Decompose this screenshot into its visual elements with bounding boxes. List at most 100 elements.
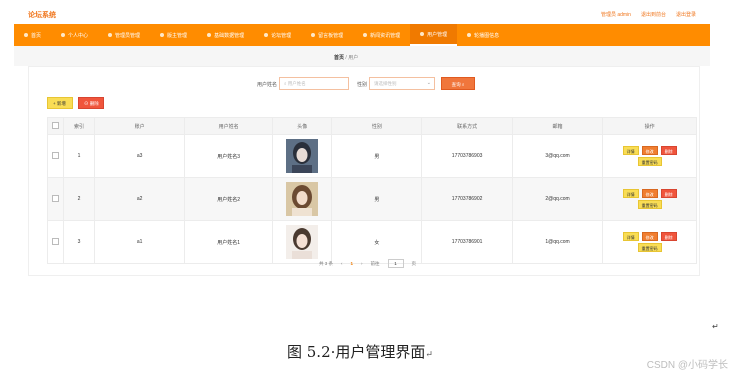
- content-panel: 用户姓名 ⌕ 用户姓名 性别 请选择性别 ⌄ 查询 ⌕ + 新增 ⊖ 删除 索引…: [28, 66, 700, 276]
- figure-caption: 图 5.2·用户管理界面↵: [287, 343, 433, 361]
- forum-icon: [264, 33, 269, 37]
- pager-current-page[interactable]: 1: [351, 261, 354, 266]
- row-checkbox[interactable]: [51, 237, 59, 245]
- reset-password-button[interactable]: 重置密码: [637, 157, 662, 166]
- nav-item-carousel[interactable]: 轮播图信息: [457, 24, 509, 46]
- reset-password-button[interactable]: 重置密码: [637, 243, 662, 252]
- top-bar: 论坛系统 管理员 admin 退出到前台 退出登录: [14, 0, 710, 25]
- delete-button[interactable]: ⊖ 删除: [78, 97, 104, 109]
- avatar: [286, 139, 319, 173]
- detail-button[interactable]: 详情: [622, 232, 639, 241]
- cell-phone: 17703786902: [421, 177, 513, 221]
- cell-account: a1: [94, 220, 186, 264]
- cell-email: 1@qq.com: [511, 220, 604, 264]
- select-all-checkbox[interactable]: [51, 121, 59, 129]
- cell-index: 2: [62, 177, 96, 221]
- cell-index: 3: [62, 220, 96, 264]
- nav-item-home[interactable]: 首页: [14, 24, 51, 46]
- nav-item-news[interactable]: 新闻资讯管理: [353, 24, 410, 46]
- cell-name: 用户姓名2: [184, 177, 274, 221]
- nav-item-profile[interactable]: 个人中心: [51, 24, 98, 46]
- pager-unit: 页: [411, 260, 417, 266]
- moderator-icon: [160, 33, 165, 37]
- pager-next-button[interactable]: ›: [361, 261, 363, 266]
- cell-gender: 女: [331, 220, 423, 264]
- avatar: [286, 225, 319, 259]
- detail-button[interactable]: 详情: [622, 189, 639, 198]
- breadcrumb-current: 用户: [348, 55, 359, 61]
- cell-account: a2: [94, 177, 186, 221]
- row-actions: 详情 修改 删除 重置密码: [610, 146, 690, 166]
- table-row: 1 a3 用户姓名3 男 17703786903 3@qq.com 详情 修改 …: [47, 134, 697, 178]
- toolbar: + 新增 ⊖ 删除: [47, 97, 104, 109]
- row-checkbox[interactable]: [51, 194, 59, 202]
- admin-icon: [108, 33, 113, 37]
- admin-user-link[interactable]: 管理员 admin: [601, 11, 631, 18]
- table-header-row: 索引 账户 用户姓名 头像 性别 联系方式 邮箱 操作: [47, 117, 697, 135]
- nav-item-guestbook[interactable]: 留言板管理: [301, 24, 353, 46]
- edit-button[interactable]: 修改: [641, 189, 658, 198]
- image-icon: [467, 33, 472, 37]
- news-icon: [363, 33, 368, 37]
- cell-name: 用户姓名3: [184, 134, 274, 178]
- paragraph-mark: ↵: [425, 350, 433, 360]
- name-search-input[interactable]: ⌕ 用户姓名: [279, 77, 349, 90]
- column-header: 账户: [94, 117, 186, 135]
- logout-link[interactable]: 退出登录: [676, 11, 696, 18]
- cell-name: 用户姓名1: [184, 220, 274, 264]
- cell-gender: 男: [331, 177, 423, 221]
- users-table: 索引 账户 用户姓名 头像 性别 联系方式 邮箱 操作 1 a3 用户姓名3 男…: [47, 117, 697, 264]
- frontend-link[interactable]: 退出到前台: [641, 11, 666, 18]
- nav-item-admins[interactable]: 管理员管理: [98, 24, 150, 46]
- nav-item-moderators[interactable]: 版主管理: [150, 24, 197, 46]
- nav-item-users[interactable]: 用户管理: [410, 24, 458, 46]
- gender-select[interactable]: 请选择性别 ⌄: [369, 77, 435, 90]
- column-header: 索引: [62, 117, 96, 135]
- cell-phone: 17703786901: [421, 220, 513, 264]
- pagination: 共 3 条 ‹ 1 › 前往 1 页: [319, 259, 416, 268]
- column-header: 性别: [331, 117, 423, 135]
- pager-goto-label: 前往: [370, 260, 380, 266]
- main-nav: 首页 个人中心 管理员管理 版主管理 基础数据管理 论坛管理 留言板管理 新闻资…: [14, 24, 710, 46]
- message-icon: [311, 33, 316, 37]
- row-actions: 详情 修改 删除 重置密码: [610, 189, 690, 209]
- breadcrumb-area: 首页 / 用户: [14, 46, 710, 66]
- paragraph-mark: ↵: [712, 322, 719, 331]
- delete-row-button[interactable]: 删除: [660, 146, 677, 155]
- select-all-header[interactable]: [47, 117, 64, 135]
- pager-goto-input[interactable]: 1: [387, 259, 404, 268]
- row-checkbox[interactable]: [51, 151, 59, 159]
- delete-row-button[interactable]: 删除: [660, 232, 677, 241]
- column-header: 操作: [602, 117, 697, 135]
- home-icon: [24, 33, 28, 37]
- name-search-label: 用户姓名: [257, 82, 278, 88]
- cell-account: a3: [94, 134, 186, 178]
- table-row: 3 a1 用户姓名1 女 17703786901 1@qq.com 详情 修改 …: [47, 220, 697, 264]
- pager-total: 共 3 条: [319, 260, 334, 266]
- cell-email: 3@qq.com: [511, 134, 604, 178]
- column-header: 头像: [272, 117, 333, 135]
- table-row: 2 a2 用户姓名2 男 17703786902 2@qq.com 详情 修改 …: [47, 177, 697, 221]
- delete-row-button[interactable]: 删除: [660, 189, 677, 198]
- row-actions: 详情 修改 删除 重置密码: [610, 232, 690, 252]
- data-icon: [207, 33, 212, 37]
- nav-item-forum[interactable]: 论坛管理: [254, 24, 301, 46]
- column-header: 用户姓名: [184, 117, 274, 135]
- breadcrumb-home[interactable]: 首页: [334, 55, 344, 61]
- edit-button[interactable]: 修改: [641, 232, 658, 241]
- detail-button[interactable]: 详情: [622, 146, 639, 155]
- pager-prev-button[interactable]: ‹: [341, 261, 343, 266]
- cell-index: 1: [62, 134, 96, 178]
- reset-password-button[interactable]: 重置密码: [637, 200, 662, 209]
- cell-email: 2@qq.com: [511, 177, 604, 221]
- watermark: CSDN @小码学长: [646, 360, 728, 371]
- edit-button[interactable]: 修改: [641, 146, 658, 155]
- breadcrumb: 首页 / 用户: [334, 54, 358, 61]
- search-bar: 用户姓名 ⌕ 用户姓名 性别 请选择性别 ⌄ 查询 ⌕: [29, 77, 701, 91]
- add-button[interactable]: + 新增: [47, 97, 73, 109]
- nav-item-basic-data[interactable]: 基础数据管理: [197, 24, 254, 46]
- search-button[interactable]: 查询 ⌕: [441, 77, 475, 90]
- search-icon: ⌕: [461, 82, 465, 87]
- gender-label: 性别: [357, 82, 368, 88]
- user-icon: [61, 33, 66, 37]
